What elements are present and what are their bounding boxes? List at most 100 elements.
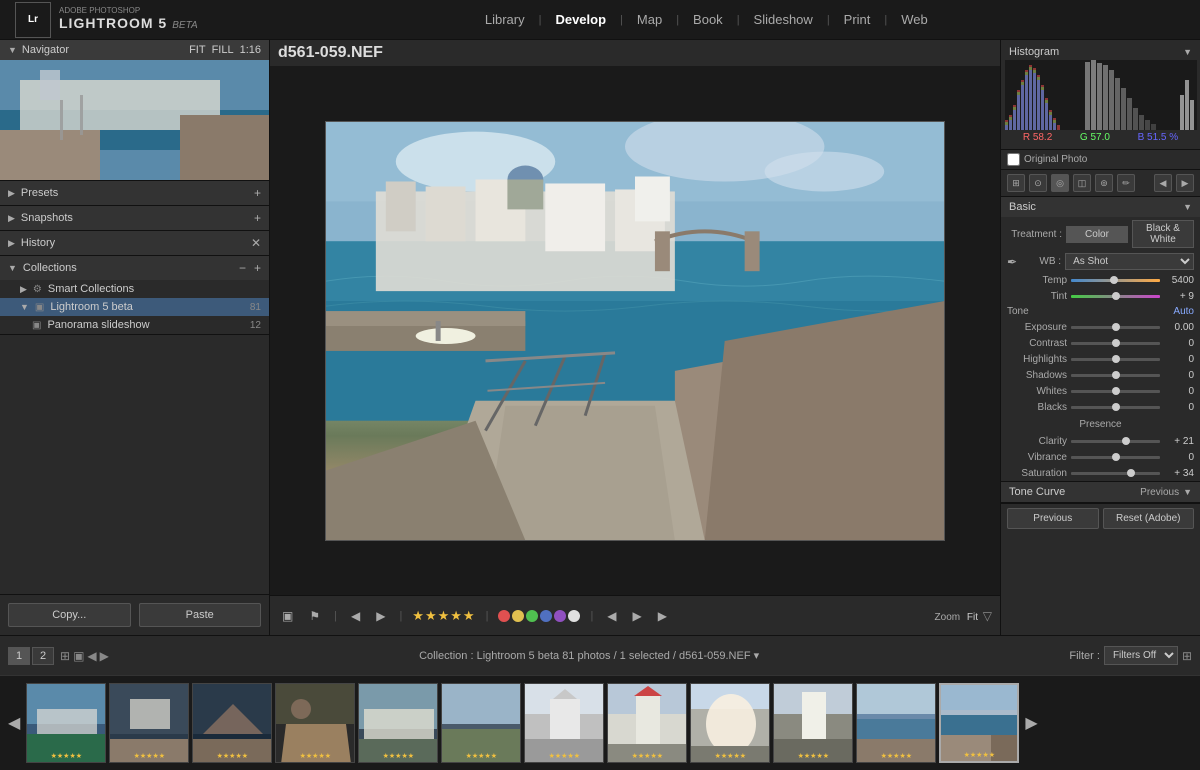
snapshots-section: ▶ Snapshots + bbox=[0, 206, 269, 231]
copy-button[interactable]: Copy... bbox=[8, 603, 131, 627]
collections-add-btn[interactable]: + bbox=[254, 261, 261, 275]
next-image-btn[interactable]: ▶ bbox=[372, 607, 389, 625]
film-thumb-6[interactable]: ★★★★★ bbox=[524, 683, 604, 763]
snapshots-header[interactable]: ▶ Snapshots + bbox=[0, 206, 269, 230]
nav-right-btn[interactable]: ▶ bbox=[629, 607, 646, 625]
film-thumb-9[interactable]: ★★★★★ bbox=[773, 683, 853, 763]
navigator-label: Navigator bbox=[22, 44, 69, 56]
tone-curve-header[interactable]: Tone Curve Previous ▼ bbox=[1001, 482, 1200, 502]
collections-header[interactable]: ▼ Collections − + bbox=[0, 256, 269, 280]
color-blue[interactable] bbox=[540, 610, 552, 622]
redeye-tool[interactable]: ◎ bbox=[1051, 174, 1069, 192]
saturation-slider[interactable] bbox=[1071, 467, 1160, 479]
nav-develop[interactable]: Develop bbox=[541, 0, 620, 40]
filter-options-icon[interactable]: ⊞ bbox=[1182, 649, 1192, 663]
star-rating[interactable]: ★★★★★ bbox=[412, 608, 475, 624]
page-2-btn[interactable]: 2 bbox=[32, 647, 54, 665]
graduated-tool[interactable]: ◫ bbox=[1073, 174, 1091, 192]
film-thumb-10[interactable]: ★★★★★ bbox=[856, 683, 936, 763]
color-white[interactable] bbox=[568, 610, 580, 622]
bw-treatment-btn[interactable]: Black & White bbox=[1132, 220, 1194, 248]
temp-slider[interactable] bbox=[1071, 274, 1160, 286]
contrast-slider[interactable] bbox=[1071, 337, 1160, 349]
history-header[interactable]: ▶ History ✕ bbox=[0, 231, 269, 255]
thumb-11-stars: ★★★★★ bbox=[964, 751, 995, 759]
color-yellow[interactable] bbox=[512, 610, 524, 622]
presets-header[interactable]: ▶ Presets + bbox=[0, 181, 269, 205]
prev-state-btn[interactable]: ◀ bbox=[1154, 174, 1172, 192]
nav-print[interactable]: Print bbox=[830, 0, 885, 40]
color-purple[interactable] bbox=[554, 610, 566, 622]
nav-slideshow[interactable]: Slideshow bbox=[740, 0, 827, 40]
eyedropper-icon[interactable]: ✒ bbox=[1007, 255, 1017, 269]
radial-tool[interactable]: ⊚ bbox=[1095, 174, 1113, 192]
nav-zoom-btn[interactable]: 1:16 bbox=[240, 44, 261, 56]
basic-header[interactable]: Basic ▼ bbox=[1001, 197, 1200, 217]
exposure-slider[interactable] bbox=[1071, 321, 1160, 333]
original-photo-checkbox[interactable] bbox=[1007, 153, 1020, 166]
reset-button[interactable]: Reset (Adobe) bbox=[1103, 508, 1195, 529]
shadows-slider[interactable] bbox=[1071, 369, 1160, 381]
paste-button[interactable]: Paste bbox=[139, 603, 262, 627]
adjustment-brush[interactable]: ✏ bbox=[1117, 174, 1135, 192]
grid-view-icon[interactable]: ⊞ bbox=[60, 649, 70, 663]
prev-image-btn[interactable]: ◀ bbox=[347, 607, 364, 625]
snapshots-add-btn[interactable]: + bbox=[254, 211, 261, 225]
film-thumb-3[interactable]: ★★★★★ bbox=[275, 683, 355, 763]
wb-select[interactable]: As Shot bbox=[1065, 253, 1194, 270]
view-icon[interactable]: ▣ bbox=[278, 607, 297, 625]
next-nav-icon[interactable]: ▶ bbox=[100, 649, 109, 663]
film-thumb-8[interactable]: ★★★★★ bbox=[690, 683, 770, 763]
clarity-slider[interactable] bbox=[1071, 435, 1160, 447]
loupe-view-icon[interactable]: ▣ bbox=[73, 649, 84, 663]
nav-fit-btn[interactable]: FIT bbox=[189, 44, 206, 56]
smart-collections-arrow: ▶ bbox=[20, 284, 27, 295]
vibrance-row: Vibrance 0 bbox=[1001, 449, 1200, 465]
nav-fill-btn[interactable]: FILL bbox=[212, 44, 234, 56]
filmstrip-next-btn[interactable]: ▶ bbox=[1022, 713, 1040, 733]
b-value: B 51.5 % bbox=[1138, 132, 1179, 143]
nav-map[interactable]: Map bbox=[623, 0, 676, 40]
nav-web[interactable]: Web bbox=[887, 0, 942, 40]
film-thumb-4[interactable]: ★★★★★ bbox=[358, 683, 438, 763]
flag-icon[interactable]: ⚑ bbox=[305, 607, 324, 625]
history-clear-btn[interactable]: ✕ bbox=[251, 236, 261, 250]
film-thumb-5[interactable]: ★★★★★ bbox=[441, 683, 521, 763]
film-thumb-7[interactable]: ★★★★★ bbox=[607, 683, 687, 763]
nav-book[interactable]: Book bbox=[679, 0, 737, 40]
prev-nav-icon[interactable]: ◀ bbox=[87, 649, 96, 663]
presets-add-btn[interactable]: + bbox=[254, 186, 261, 200]
collection-panorama[interactable]: ▣ Panorama slideshow 12 bbox=[0, 316, 269, 334]
topbar: Lr ADOBE PHOTOSHOP LIGHTROOM 5 BETA Libr… bbox=[0, 0, 1200, 40]
heal-tool[interactable]: ⊙ bbox=[1029, 174, 1047, 192]
page-1-btn[interactable]: 1 bbox=[8, 647, 30, 665]
color-red[interactable] bbox=[498, 610, 510, 622]
previous-button[interactable]: Previous bbox=[1007, 508, 1099, 529]
exposure-label: Exposure bbox=[1007, 322, 1067, 333]
film-thumb-1[interactable]: ★★★★★ bbox=[109, 683, 189, 763]
filmstrip-prev-btn[interactable]: ◀ bbox=[5, 713, 23, 733]
play-btn[interactable]: ▶ bbox=[654, 607, 671, 625]
tint-slider[interactable] bbox=[1071, 290, 1160, 302]
collection-smart[interactable]: ▶ ⚙ Smart Collections bbox=[0, 280, 269, 298]
auto-btn[interactable]: Auto bbox=[1173, 306, 1194, 317]
navigator-header[interactable]: ▼ Navigator FIT FILL 1:16 bbox=[0, 40, 269, 60]
film-thumb-2[interactable]: ★★★★★ bbox=[192, 683, 272, 763]
blacks-slider[interactable] bbox=[1071, 401, 1160, 413]
color-green[interactable] bbox=[526, 610, 538, 622]
highlights-slider[interactable] bbox=[1071, 353, 1160, 365]
color-treatment-btn[interactable]: Color bbox=[1066, 226, 1128, 243]
whites-slider[interactable] bbox=[1071, 385, 1160, 397]
vibrance-slider[interactable] bbox=[1071, 451, 1160, 463]
next-state-btn[interactable]: ▶ bbox=[1176, 174, 1194, 192]
collections-minus-btn[interactable]: − bbox=[239, 261, 246, 275]
film-thumb-0[interactable]: ★★★★★ bbox=[26, 683, 106, 763]
filter-select[interactable]: Filters Off bbox=[1104, 646, 1178, 665]
collection-lr5-beta[interactable]: ▼ ▣ Lightroom 5 beta 81 bbox=[0, 298, 269, 316]
navigator-preview bbox=[0, 60, 269, 180]
film-thumb-11[interactable]: ★★★★★ bbox=[939, 683, 1019, 763]
nav-library[interactable]: Library bbox=[471, 0, 539, 40]
toolbar-sep-1: | bbox=[334, 610, 337, 622]
crop-tool[interactable]: ⊞ bbox=[1007, 174, 1025, 192]
nav-left-btn[interactable]: ◀ bbox=[603, 607, 620, 625]
